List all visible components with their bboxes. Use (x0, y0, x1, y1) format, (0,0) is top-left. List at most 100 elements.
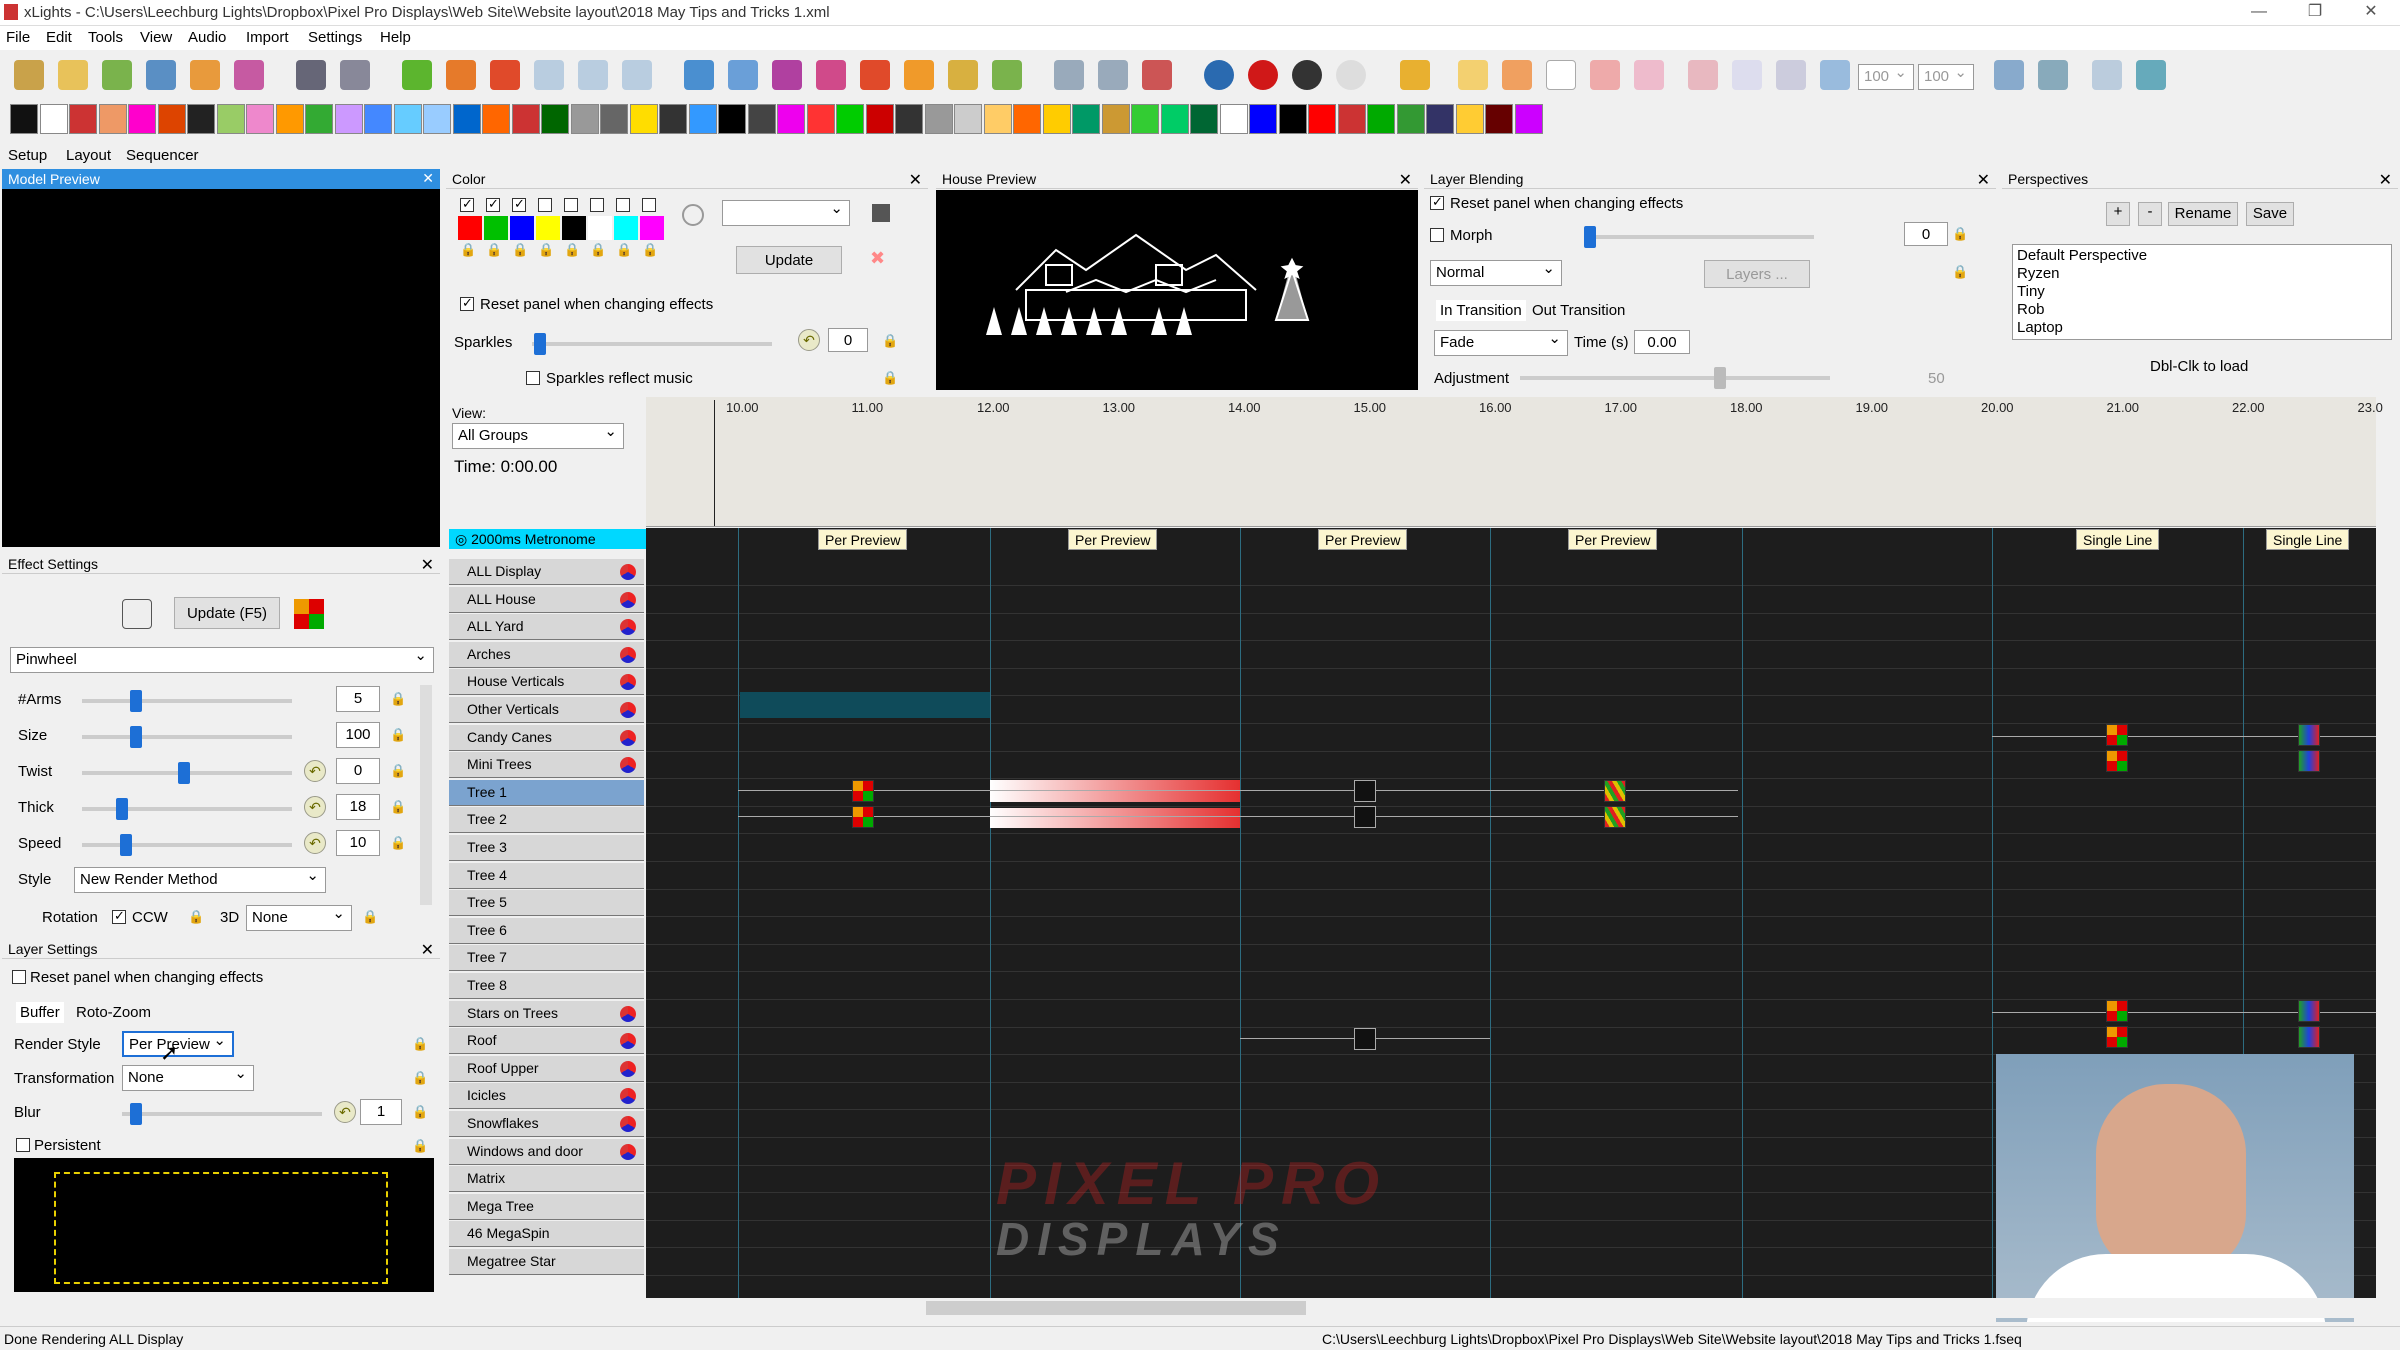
sparkles-value[interactable]: 0 (828, 328, 868, 352)
lock-icon[interactable]: 🔒 (412, 1138, 428, 1154)
persistent-checkbox[interactable] (16, 1138, 30, 1152)
palette-checkbox[interactable] (564, 198, 578, 212)
ramp-down-icon[interactable] (1776, 60, 1806, 90)
model-row[interactable]: Mini Trees (449, 752, 644, 779)
palette-checkbox[interactable] (460, 196, 474, 212)
tab-roto-zoom[interactable]: Roto-Zoom (76, 1004, 151, 1021)
sparkle-icon[interactable] (1458, 60, 1488, 90)
effect-tool-icon[interactable] (187, 104, 215, 134)
pinwheel-effect-icon[interactable] (852, 780, 874, 802)
maximize-button[interactable]: ❐ (2292, 0, 2338, 26)
lock-icon[interactable]: 🔒 (390, 835, 406, 851)
group-icon[interactable] (620, 674, 636, 691)
effect-tool-icon[interactable] (570, 104, 599, 134)
add-perspective-button[interactable]: + (2106, 202, 2130, 226)
thick-slider[interactable] (82, 807, 292, 811)
timing-label[interactable]: Single Line (2266, 529, 2350, 550)
sparkles-slider[interactable] (532, 342, 772, 346)
pinwheel-effect-icon[interactable] (2106, 1026, 2128, 1048)
undo-icon[interactable]: ↶ (304, 832, 326, 854)
palette-swatch[interactable] (614, 216, 638, 240)
bars-effect-icon[interactable] (2298, 1000, 2320, 1022)
model-row[interactable]: ALL Display (449, 559, 644, 585)
timing-label[interactable]: Per Preview (1068, 529, 1158, 550)
model-row[interactable]: Stars on Trees (449, 1000, 644, 1027)
loop-icon[interactable] (622, 60, 652, 90)
lock-icon[interactable]: 🔒 (460, 242, 476, 258)
effect-tool-icon[interactable] (600, 104, 628, 134)
close-icon[interactable]: ✕ (422, 170, 434, 187)
arms-slider-thumb[interactable] (130, 690, 142, 712)
model-row[interactable]: House Verticals (449, 669, 644, 696)
effect-tool-icon[interactable] (39, 104, 68, 134)
lock-icon[interactable]: 🔒 (390, 799, 406, 815)
effect-tool-icon[interactable] (128, 104, 156, 134)
effect-tool-icon[interactable] (511, 104, 540, 134)
palette-swatch[interactable] (640, 216, 664, 240)
effect-tool-icon[interactable] (777, 104, 805, 134)
effect-tool-icon[interactable] (718, 104, 746, 134)
list-item[interactable]: Ryzen (2017, 265, 2060, 282)
window-icon[interactable] (2092, 60, 2122, 90)
effect-tool-icon[interactable] (1072, 104, 1100, 134)
palette-swatch[interactable] (562, 216, 586, 240)
effect-tool-icon[interactable] (1455, 104, 1484, 134)
model-row[interactable]: Snowflakes (449, 1111, 644, 1137)
dock-icon[interactable] (2136, 60, 2166, 90)
bars-effect-icon[interactable] (2298, 724, 2320, 746)
paint-icon[interactable] (1994, 60, 2024, 90)
timing-label[interactable]: Single Line (2076, 529, 2160, 550)
effect-block[interactable] (990, 808, 1240, 828)
close-icon[interactable]: ✕ (909, 170, 922, 190)
effect-tool-icon[interactable] (305, 104, 333, 134)
timing-label[interactable]: Per Preview (1318, 529, 1408, 550)
effect-tool-icon[interactable] (688, 104, 717, 134)
effect-tool-icon[interactable] (954, 104, 982, 134)
effect-type-select[interactable]: Pinwheel (10, 646, 434, 673)
rename-button[interactable]: Rename (2168, 202, 2238, 226)
pinwheel-effect-icon[interactable] (852, 806, 874, 828)
palette-swatch[interactable] (484, 216, 508, 240)
effect-tool-icon[interactable] (275, 104, 304, 134)
palette-swatch[interactable] (458, 216, 482, 240)
layers-button[interactable]: Layers ... (1704, 260, 1810, 288)
lock-icon[interactable]: 🔒 (412, 1036, 428, 1052)
reset-layer-checkbox[interactable] (1430, 194, 1444, 210)
lock-icon[interactable]: 🔒 (390, 727, 406, 743)
ramp-up-icon[interactable] (1732, 60, 1762, 90)
house-icon[interactable] (904, 60, 934, 90)
effect-tool-icon[interactable] (1308, 104, 1336, 134)
tab-sequencer[interactable]: Sequencer (126, 147, 199, 164)
lock-icon[interactable]: 🔒 (390, 691, 406, 707)
tab-out-transition[interactable]: Out Transition (1532, 302, 1625, 319)
buffer-preview[interactable] (14, 1158, 434, 1292)
model-row[interactable]: Roof (449, 1028, 644, 1055)
size-value[interactable]: 100 (336, 722, 380, 748)
effect-tool-icon[interactable] (629, 104, 658, 134)
thick-slider-thumb[interactable] (116, 798, 128, 820)
close-icon[interactable]: ✕ (2379, 170, 2392, 190)
effect-tool-icon[interactable] (1337, 104, 1366, 134)
effect-tool-icon[interactable] (1013, 104, 1041, 134)
effect-tool-icon[interactable] (423, 104, 451, 134)
effect-tool-icon[interactable] (747, 104, 776, 134)
palette-swatch[interactable] (510, 216, 534, 240)
effect-tool-icon[interactable] (1367, 104, 1395, 134)
effect-tool-icon[interactable] (334, 104, 363, 134)
morph-slider[interactable] (1584, 235, 1814, 239)
reset-panel-checkbox[interactable] (460, 295, 474, 311)
randomize-icon[interactable] (122, 599, 152, 629)
tab-in-transition[interactable]: In Transition (1436, 300, 1526, 321)
effect-tool-icon[interactable] (452, 104, 481, 134)
reset-layer-settings-checkbox[interactable] (12, 970, 26, 984)
layers-icon[interactable] (816, 60, 846, 90)
palette-checkbox[interactable] (642, 198, 656, 212)
effect-tool-icon[interactable] (1514, 104, 1543, 134)
calendar-icon[interactable] (340, 60, 370, 90)
transformation-select[interactable]: None (122, 1064, 254, 1091)
tree-icon[interactable] (948, 60, 978, 90)
lock-icon[interactable]: 🔒 (882, 333, 898, 349)
model-row[interactable]: Tree 6 (449, 917, 644, 944)
buffer-selection-box[interactable] (54, 1172, 388, 1284)
group-icon[interactable] (620, 1116, 636, 1132)
